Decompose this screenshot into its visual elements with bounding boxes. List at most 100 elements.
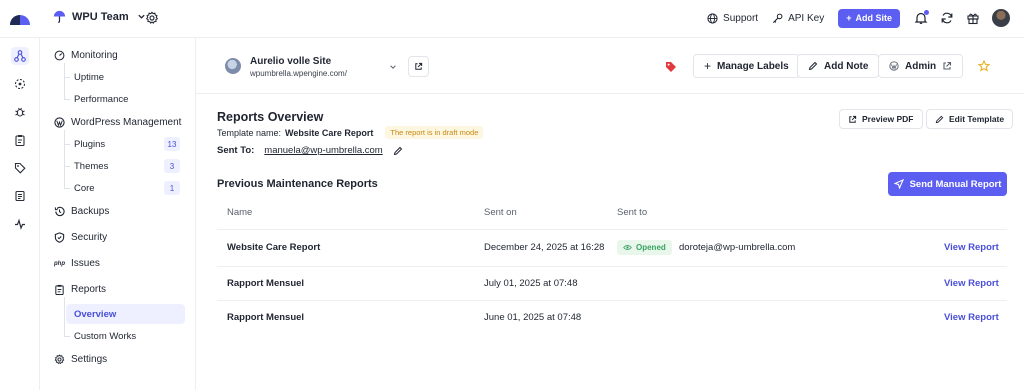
send-manual-report-button[interactable]: Send Manual Report — [888, 172, 1007, 196]
api-key-label: API Key — [788, 12, 825, 24]
column-header-name: Name — [227, 207, 253, 218]
template-info: Template name: Website Care Report The r… — [217, 126, 484, 139]
sidebar-item-core[interactable]: Core — [74, 183, 95, 194]
gear-icon[interactable] — [145, 11, 159, 25]
gear-icon — [54, 354, 65, 365]
add-note-label: Add Note — [824, 60, 869, 72]
tree-line — [64, 188, 70, 189]
view-report-link[interactable]: View Report — [944, 312, 999, 323]
sidebar-item-label: Security — [71, 232, 108, 243]
pencil-icon[interactable] — [393, 146, 403, 156]
row-sent-on: June 01, 2025 at 07:48 — [484, 312, 582, 323]
support-label: Support — [723, 12, 759, 24]
gauge-icon — [54, 50, 65, 61]
rail-dashboard-button[interactable] — [11, 75, 29, 93]
eye-icon — [623, 245, 632, 250]
sidebar-item-performance[interactable]: Performance — [74, 94, 128, 105]
add-note-button[interactable]: Add Note — [797, 54, 880, 78]
row-name: Website Care Report — [227, 242, 321, 253]
sidebar-item-themes[interactable]: Themes — [74, 161, 108, 172]
row-name: Rapport Mensuel — [227, 278, 305, 289]
logo-icon[interactable] — [9, 11, 31, 25]
preview-pdf-button[interactable]: Preview PDF — [839, 109, 923, 129]
site-url: wpumbrella.wpengine.com/ — [250, 69, 347, 78]
admin-button[interactable]: Admin — [878, 54, 964, 78]
bug-icon — [15, 107, 25, 117]
gift-icon — [967, 13, 979, 25]
chevron-down-icon[interactable] — [389, 63, 397, 71]
rail-sites-button[interactable] — [11, 47, 29, 65]
pencil-icon — [808, 61, 818, 71]
sidebar-item-settings[interactable]: Settings — [54, 354, 107, 365]
sidebar-item-security[interactable]: Security — [54, 232, 107, 243]
plugins-count-badge: 13 — [164, 137, 180, 151]
php-icon: php — [54, 260, 65, 267]
wordpress-icon — [54, 117, 65, 128]
view-report-link[interactable]: View Report — [944, 242, 999, 253]
tree-line — [64, 336, 70, 337]
column-header-sent-on: Sent on — [484, 207, 517, 218]
api-key-link[interactable]: API Key — [772, 13, 824, 24]
row-recipient: doroteja@wp-umbrella.com — [679, 242, 796, 253]
sidebar-item-wordpress-management[interactable]: WordPress Management — [54, 117, 181, 128]
template-label: Template name: — [217, 127, 282, 138]
sidebar-item-reports[interactable]: Reports — [54, 284, 106, 295]
draft-badge: The report is in draft mode — [385, 126, 484, 139]
edit-template-button[interactable]: Edit Template — [926, 109, 1014, 129]
rail-reports-button[interactable] — [11, 131, 29, 149]
sidebar-item-label: Issues — [71, 258, 100, 269]
tag-outline-icon — [14, 162, 26, 174]
manage-labels-label: Manage Labels — [717, 60, 789, 72]
refresh-button[interactable] — [940, 11, 954, 25]
sidebar-item-overview[interactable]: Overview — [74, 309, 116, 320]
tree-line — [64, 63, 65, 100]
rail-activity-button[interactable] — [11, 215, 29, 233]
sidebar-item-label: Reports — [71, 284, 107, 295]
support-link[interactable]: Support — [707, 13, 758, 24]
sidebar-item-plugins[interactable]: Plugins — [74, 139, 105, 150]
divider — [217, 266, 1007, 267]
gift-button[interactable] — [966, 11, 980, 25]
sidebar-item-custom-works[interactable]: Custom Works — [74, 331, 136, 342]
team-selector[interactable]: WPU Team — [53, 10, 146, 23]
send-manual-label: Send Manual Report — [909, 178, 1002, 190]
refresh-icon — [941, 12, 953, 24]
site-favicon — [225, 58, 241, 74]
core-count-badge: 1 — [164, 181, 180, 195]
avatar[interactable] — [992, 9, 1010, 27]
history-icon — [54, 206, 65, 217]
sidebar-item-uptime[interactable]: Uptime — [74, 72, 104, 83]
sidebar-item-monitoring[interactable]: Monitoring — [54, 50, 118, 61]
opened-badge: Opened — [617, 240, 672, 255]
sidebar-item-label: Backups — [71, 206, 110, 217]
themes-count-badge: 3 — [164, 159, 180, 173]
view-report-link[interactable]: View Report — [944, 278, 999, 289]
network-icon — [14, 78, 26, 90]
sidebar-item-backups[interactable]: Backups — [54, 206, 109, 217]
globe-icon — [707, 12, 718, 24]
external-link-icon — [943, 61, 952, 70]
sidebar: Monitoring Uptime Performance WordPress … — [40, 38, 196, 390]
activity-icon — [15, 218, 25, 230]
preview-pdf-label: Preview PDF — [862, 114, 914, 124]
rail-labels-button[interactable] — [11, 159, 29, 177]
sidebar-item-issues[interactable]: php Issues — [54, 258, 100, 269]
tag-icon[interactable] — [665, 61, 677, 73]
shield-icon — [54, 232, 65, 243]
column-header-sent-to: Sent to — [617, 207, 648, 218]
plus-icon: + — [704, 59, 712, 73]
clipboard-icon — [15, 135, 25, 146]
document-icon — [15, 190, 25, 202]
manage-labels-button[interactable]: + Manage Labels — [693, 54, 800, 78]
rail-logs-button[interactable] — [11, 187, 29, 205]
admin-label: Admin — [905, 60, 937, 72]
notifications-button[interactable] — [914, 10, 929, 25]
add-site-label: Add Site — [855, 13, 892, 23]
star-icon[interactable] — [978, 60, 990, 72]
tree-line — [64, 297, 65, 336]
rail-bugs-button[interactable] — [11, 103, 29, 121]
sent-to-email[interactable]: manuela@wp-umbrella.com — [264, 145, 382, 156]
site-name[interactable]: Aurelio volle Site — [250, 56, 331, 67]
open-site-button[interactable] — [408, 56, 429, 77]
add-site-button[interactable]: + Add Site — [838, 8, 900, 28]
